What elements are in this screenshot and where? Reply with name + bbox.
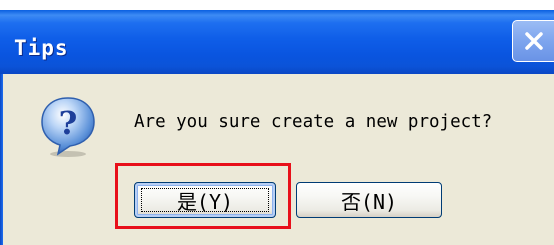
close-button[interactable] (512, 20, 554, 62)
window-top-edge (0, 0, 554, 10)
question-icon: ? (41, 97, 95, 157)
message-text: Are you sure create a new project? (134, 112, 493, 132)
yes-button-label: 是(Y) (176, 189, 234, 214)
close-icon (524, 32, 543, 50)
no-button-label: 否(N) (340, 189, 398, 214)
window-title: Tips (14, 36, 69, 60)
svg-text:?: ? (59, 104, 78, 142)
window-left-border (0, 74, 3, 245)
yes-button[interactable]: 是(Y) (134, 182, 276, 218)
tips-dialog: Tips ? Are you sure create a new project… (0, 0, 554, 245)
no-button[interactable]: 否(N) (296, 182, 442, 218)
title-bar[interactable]: Tips (0, 10, 554, 74)
